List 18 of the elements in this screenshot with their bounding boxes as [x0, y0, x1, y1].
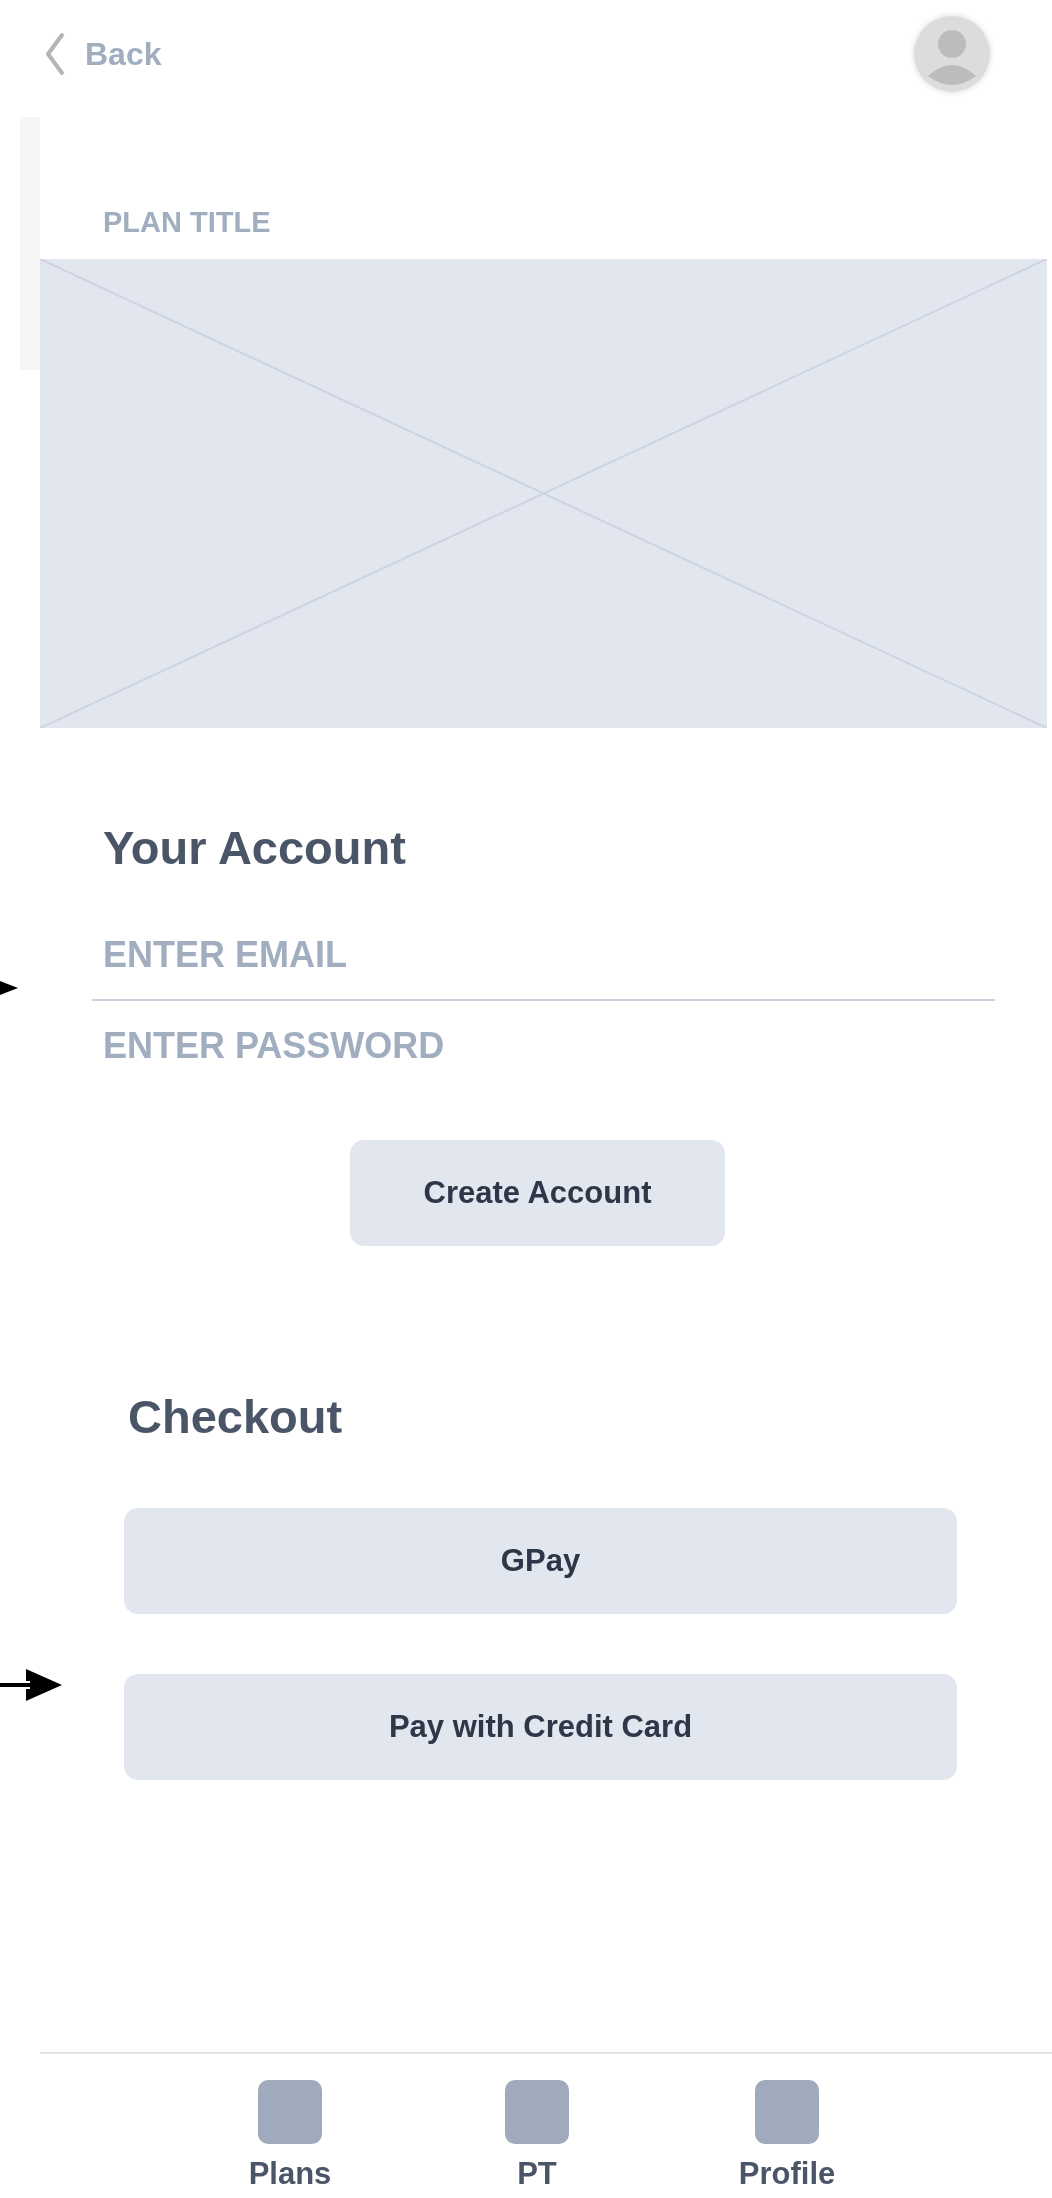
tab-icon[interactable] — [755, 2080, 819, 2144]
password-field[interactable]: ENTER PASSWORD — [92, 1001, 995, 1074]
plan-title: PLAN TITLE — [102, 205, 272, 240]
create-account-button[interactable]: Create Account — [350, 1140, 725, 1246]
tab-label[interactable]: Profile — [738, 2156, 836, 2192]
tab-label[interactable]: PT — [517, 2156, 557, 2192]
arrow-icon — [0, 1667, 62, 1703]
tab-label[interactable]: Plans — [248, 2156, 332, 2192]
email-field[interactable]: ENTER EMAIL — [92, 876, 995, 1001]
tab-icon[interactable] — [505, 2080, 569, 2144]
avatar-icon[interactable] — [912, 14, 992, 94]
payment-button[interactable]: GPay — [124, 1508, 957, 1614]
chevron-left-icon — [45, 32, 65, 76]
arrow-icon — [0, 979, 18, 997]
section-heading: Your Account — [102, 820, 407, 876]
payment-button[interactable]: Pay with Credit Card — [124, 1674, 957, 1780]
section-heading: Checkout — [127, 1389, 344, 1445]
tab-icon[interactable] — [258, 2080, 322, 2144]
